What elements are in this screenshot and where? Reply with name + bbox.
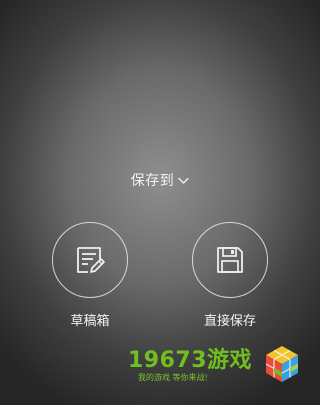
site-watermark: 19673游戏 我的游戏 等你来战!	[128, 342, 318, 400]
drafts-button[interactable]: 草稿箱	[50, 222, 130, 329]
floppy-disk-icon	[217, 247, 243, 273]
save-to-label: 保存到	[130, 173, 175, 189]
save-directly-button[interactable]: 直接保存	[190, 222, 270, 329]
rubiks-cube-logo-icon	[265, 346, 299, 382]
edit-note-icon	[77, 247, 105, 273]
drafts-label: 草稿箱	[70, 314, 110, 329]
save-to-dropdown[interactable]: 保存到	[0, 170, 320, 190]
watermark-logo-text: 19673游戏	[128, 348, 253, 373]
save-icon-circle[interactable]	[192, 222, 268, 298]
watermark-slogan: 我的游戏 等你来战!	[138, 373, 208, 382]
save-directly-label: 直接保存	[203, 314, 256, 329]
drafts-icon-circle[interactable]	[52, 222, 128, 298]
chevron-down-icon	[178, 177, 189, 184]
